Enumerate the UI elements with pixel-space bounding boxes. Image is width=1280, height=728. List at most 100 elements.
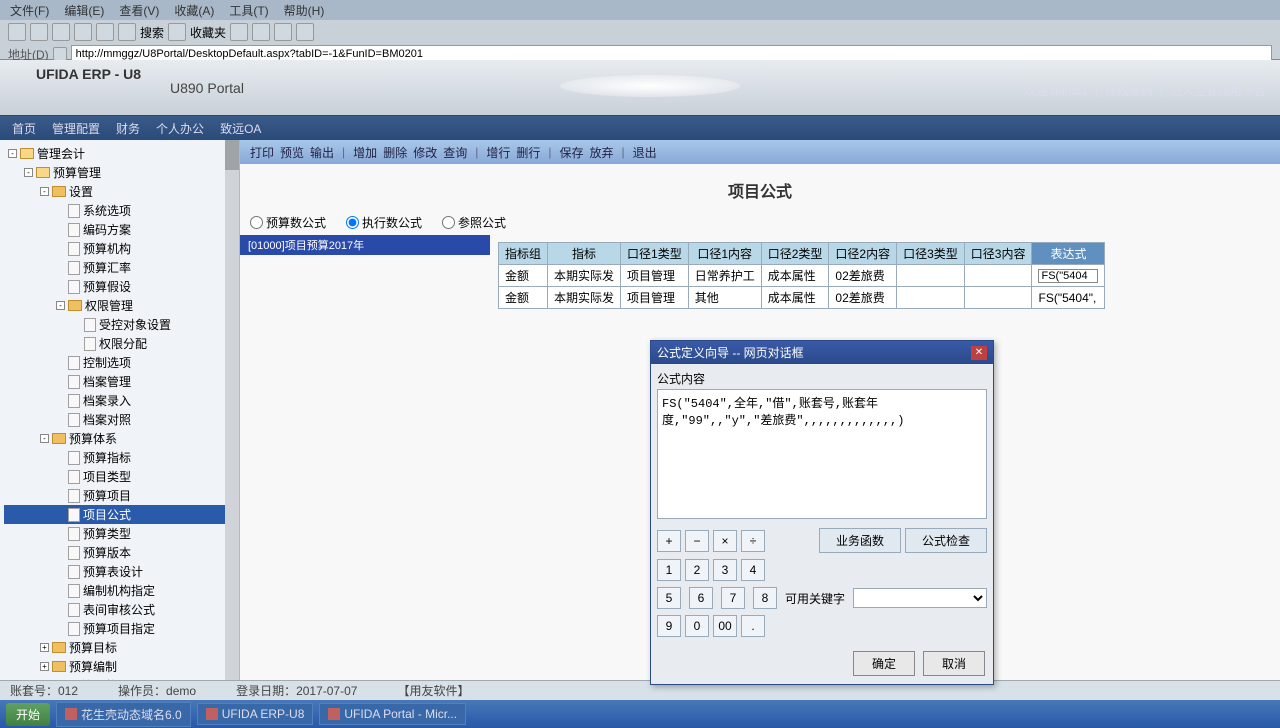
tree-node[interactable]: -预算管理 [4, 163, 235, 182]
menu-file[interactable]: 文件(F) [10, 2, 49, 18]
op-minus[interactable]: − [685, 530, 709, 552]
task-item[interactable]: 花生壳动态域名6.0 [56, 702, 191, 727]
tb-delrow[interactable]: 删行 [516, 144, 540, 161]
tool-icon[interactable] [296, 23, 314, 41]
table-row[interactable]: 金额本期实际发项目管理其他成本属性02差旅费FS("5404", [499, 287, 1105, 309]
tree-node[interactable]: 项目类型 [4, 467, 235, 486]
tb-preview[interactable]: 预览 [280, 144, 304, 161]
expr-cell[interactable]: FS("5404", [1032, 287, 1105, 309]
tree-node[interactable]: -权限管理 [4, 296, 235, 315]
expand-icon[interactable]: + [40, 643, 49, 652]
expand-icon[interactable]: + [40, 662, 49, 671]
tree-node[interactable]: 预算类型 [4, 524, 235, 543]
tree-node[interactable]: 权限分配 [4, 334, 235, 353]
nav-home[interactable]: 首页 [12, 120, 36, 137]
nav-oa[interactable]: 致远OA [220, 120, 261, 137]
menu-tools[interactable]: 工具(T) [229, 2, 268, 18]
tb-print[interactable]: 打印 [250, 144, 274, 161]
tree-node[interactable]: -管理会计 [4, 144, 235, 163]
ok-button[interactable]: 确定 [853, 651, 915, 676]
tree-node[interactable]: 系统选项 [4, 201, 235, 220]
table-row[interactable]: 金额本期实际发项目管理日常养护工成本属性02差旅费 [499, 265, 1105, 287]
col-header[interactable]: 口径3类型 [897, 243, 965, 265]
num-1[interactable]: 1 [657, 559, 681, 581]
change-password-link[interactable]: 修改密码 [1105, 84, 1153, 98]
col-header[interactable]: 指标 [548, 243, 621, 265]
tb-addrow[interactable]: 增行 [486, 144, 510, 161]
op-div[interactable]: ÷ [741, 530, 765, 552]
expand-icon[interactable]: - [40, 434, 49, 443]
tool-icon[interactable] [230, 23, 248, 41]
nav-finance[interactable]: 财务 [116, 120, 140, 137]
radio-budget[interactable]: 预算数公式 [250, 214, 326, 231]
num-0[interactable]: 0 [685, 615, 709, 637]
col-header[interactable]: 口径2内容 [829, 243, 897, 265]
tree-node[interactable]: 档案录入 [4, 391, 235, 410]
tree-node[interactable]: 预算版本 [4, 543, 235, 562]
tree-node[interactable]: 预算项目 [4, 486, 235, 505]
tool-icon[interactable] [274, 23, 292, 41]
num-00[interactable]: 00 [713, 615, 737, 637]
tree-node[interactable]: 编码方案 [4, 220, 235, 239]
num-7[interactable]: 7 [721, 587, 745, 609]
num-2[interactable]: 2 [685, 559, 709, 581]
stop-icon[interactable] [52, 23, 70, 41]
selected-project-row[interactable]: [01000]项目预算2017年 [240, 235, 490, 255]
enterprise-platform-link[interactable]: 进入企业应用平台 [1170, 84, 1266, 98]
nav-personal[interactable]: 个人办公 [156, 120, 204, 137]
num-9[interactable]: 9 [657, 615, 681, 637]
tree-node[interactable]: 预算项目指定 [4, 619, 235, 638]
expr-input[interactable] [1038, 269, 1098, 283]
num-8[interactable]: 8 [753, 587, 777, 609]
close-icon[interactable]: ✕ [971, 346, 987, 360]
tree-node[interactable]: +预算调整 [4, 676, 235, 680]
tb-modify[interactable]: 修改 [413, 144, 437, 161]
col-header[interactable]: 口径2类型 [761, 243, 829, 265]
menu-help[interactable]: 帮助(H) [284, 2, 325, 18]
col-header[interactable]: 口径1类型 [621, 243, 689, 265]
op-plus[interactable]: + [657, 530, 681, 552]
num-3[interactable]: 3 [713, 559, 737, 581]
num-dot[interactable]: . [741, 615, 765, 637]
radio-exec[interactable]: 执行数公式 [346, 214, 422, 231]
formula-textarea[interactable] [657, 389, 987, 519]
tb-export[interactable]: 输出 [310, 144, 334, 161]
tree-node[interactable]: -设置 [4, 182, 235, 201]
search-icon[interactable] [118, 23, 136, 41]
tree-node[interactable]: 档案对照 [4, 410, 235, 429]
tb-exit[interactable]: 退出 [633, 144, 657, 161]
expand-icon[interactable]: - [56, 301, 65, 310]
col-header[interactable]: 表达式 [1032, 243, 1105, 265]
tree-node[interactable]: -预算体系 [4, 429, 235, 448]
forward-icon[interactable] [30, 23, 48, 41]
expand-icon[interactable]: - [40, 187, 49, 196]
tree-node[interactable]: 受控对象设置 [4, 315, 235, 334]
home-icon[interactable] [96, 23, 114, 41]
col-header[interactable]: 口径3内容 [964, 243, 1032, 265]
back-icon[interactable] [8, 23, 26, 41]
tb-abandon[interactable]: 放弃 [590, 144, 614, 161]
col-header[interactable]: 口径1内容 [688, 243, 761, 265]
tree-node[interactable]: 预算假设 [4, 277, 235, 296]
menu-fav[interactable]: 收藏(A) [174, 2, 214, 18]
favorites-icon[interactable] [168, 23, 186, 41]
tb-save[interactable]: 保存 [560, 144, 584, 161]
tree-node[interactable]: 预算机构 [4, 239, 235, 258]
keyword-select[interactable] [853, 588, 987, 608]
scrollbar-track[interactable] [225, 140, 239, 680]
cancel-button[interactable]: 取消 [923, 651, 985, 676]
start-button[interactable]: 开始 [6, 703, 50, 726]
task-item[interactable]: UFIDA Portal - Micr... [319, 703, 466, 725]
num-4[interactable]: 4 [741, 559, 765, 581]
biz-function-button[interactable]: 业务函数 [819, 528, 901, 553]
tb-add[interactable]: 增加 [353, 144, 377, 161]
tree-node[interactable]: 控制选项 [4, 353, 235, 372]
tree-node[interactable]: 预算指标 [4, 448, 235, 467]
tree-node[interactable]: 项目公式 [4, 505, 235, 524]
tool-icon[interactable] [252, 23, 270, 41]
tb-delete[interactable]: 删除 [383, 144, 407, 161]
tb-query[interactable]: 查询 [443, 144, 467, 161]
scrollbar-thumb[interactable] [225, 140, 239, 170]
menu-view[interactable]: 查看(V) [119, 2, 159, 18]
nav-config[interactable]: 管理配置 [52, 120, 100, 137]
